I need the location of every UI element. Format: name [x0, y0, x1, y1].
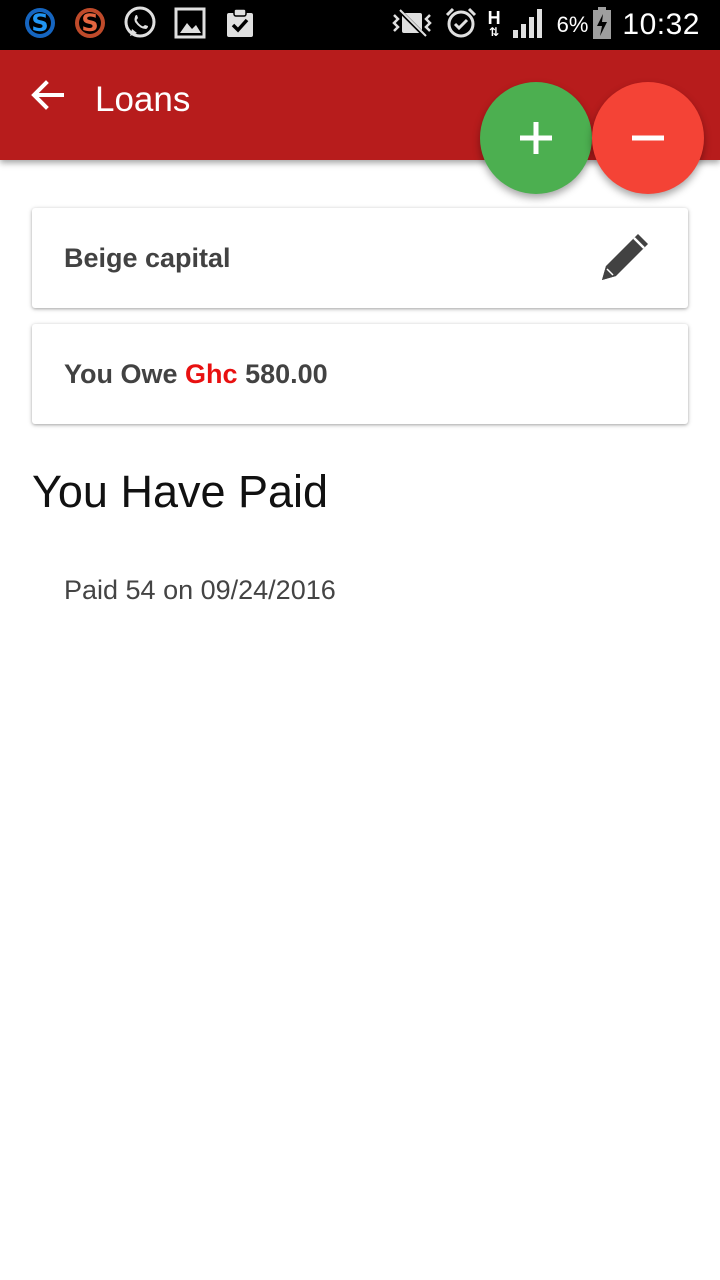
battery-icon — [592, 6, 612, 45]
add-payment-button[interactable] — [480, 82, 592, 194]
system-indicators: H ⇅ 6% 10:32 — [380, 6, 700, 45]
owe-label: You Owe — [64, 359, 178, 389]
whatsapp-icon — [122, 5, 158, 46]
amount-owed: You Owe Ghc 580.00 — [64, 356, 328, 392]
svg-text:S: S — [81, 9, 98, 37]
data-arrows-icon: ⇅ — [489, 25, 500, 39]
edit-button[interactable] — [596, 228, 654, 286]
back-button[interactable] — [26, 74, 70, 118]
alarm-icon — [444, 6, 478, 45]
notification-icons: S S — [22, 5, 272, 46]
mute-icon — [390, 7, 434, 44]
payments-heading: You Have Paid — [32, 466, 329, 517]
owed-amount: 580.00 — [245, 359, 328, 389]
payment-list-item: Paid 54 on 09/24/2016 — [64, 575, 336, 605]
pencil-icon — [596, 234, 654, 290]
remove-loan-button[interactable] — [592, 82, 704, 194]
clipboard-check-icon — [222, 5, 258, 46]
loan-name-card: Beige capital — [32, 208, 688, 308]
currency-label: Ghc — [185, 359, 238, 389]
network-type-label: H — [487, 8, 501, 28]
clock: 10:32 — [622, 8, 700, 41]
loan-name: Beige capital — [64, 243, 231, 273]
svg-text:S: S — [31, 9, 48, 37]
status-bar: S S H ⇅ 6% 10:32 — [0, 0, 720, 50]
skype-icon: S — [22, 5, 58, 46]
battery-percent: 6% — [556, 12, 589, 37]
signal-icon — [511, 6, 547, 45]
network-type-indicator: H ⇅ — [487, 8, 501, 39]
arrow-back-icon — [26, 80, 70, 122]
gallery-icon — [172, 5, 208, 46]
page-title: Loans — [95, 80, 191, 119]
skype-alt-icon: S — [72, 5, 108, 46]
amount-owed-card: You Owe Ghc 580.00 — [32, 324, 688, 424]
